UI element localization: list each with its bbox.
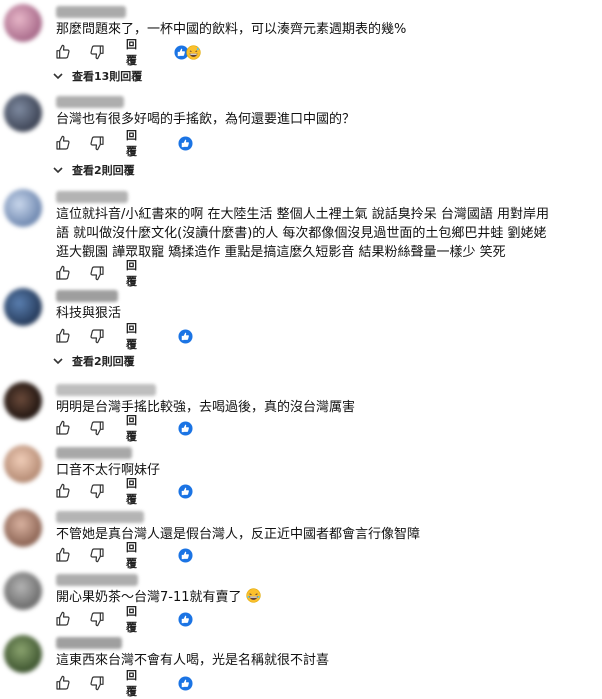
grin-sweat-emoji-icon xyxy=(186,44,201,60)
reply-button[interactable]: 回覆 xyxy=(126,38,137,67)
like-reaction-icon xyxy=(177,675,193,691)
thumbs-down-icon xyxy=(90,612,104,627)
dislike-button[interactable] xyxy=(86,608,108,630)
avatar[interactable] xyxy=(4,509,42,547)
thumbs-up-icon xyxy=(56,611,70,626)
thumbs-up-icon xyxy=(56,135,70,150)
reply-button[interactable]: 回覆 xyxy=(126,259,137,288)
author-name-blurred[interactable] xyxy=(56,447,132,459)
reaction-badge xyxy=(174,608,196,630)
like-button[interactable] xyxy=(52,325,74,347)
comment-text: 這東西來台灣不會有人喝，光是名稱就很不討喜 xyxy=(56,653,330,668)
thumbs-up-icon xyxy=(56,328,70,343)
comment-text: 明明是台灣手搖比較強，去喝過後，真的沒台灣厲害 xyxy=(56,400,356,415)
reply-button[interactable]: 回覆 xyxy=(126,129,137,158)
author-name-blurred[interactable] xyxy=(56,191,128,203)
author-name-blurred[interactable] xyxy=(56,637,122,649)
author-name-blurred[interactable] xyxy=(56,290,118,302)
author-name-blurred[interactable] xyxy=(56,6,126,18)
reaction-badge xyxy=(174,480,196,502)
dislike-button[interactable] xyxy=(86,325,108,347)
dislike-button[interactable] xyxy=(86,672,108,694)
thumbs-up-icon xyxy=(56,420,70,435)
thumbs-up-icon xyxy=(56,265,70,280)
dislike-button[interactable] xyxy=(86,41,108,63)
view-replies-button[interactable]: 查看2則回覆 xyxy=(52,351,135,371)
reply-button[interactable]: 回覆 xyxy=(126,541,137,570)
comment-text-body: 開心果奶茶～台灣7-11就有賣了 xyxy=(56,590,242,605)
comment-text: 那麼問題來了，一杯中國的飲料，可以湊齊元素週期表的幾% xyxy=(56,22,407,37)
thumbs-up-icon xyxy=(56,547,70,562)
thumbs-down-icon xyxy=(90,548,104,563)
avatar[interactable] xyxy=(4,635,42,673)
like-reaction-icon xyxy=(177,483,193,499)
dislike-button[interactable] xyxy=(86,544,108,566)
comment-text: 台灣也有很多好喝的手搖飲，為何還要進口中國的？ xyxy=(56,112,356,127)
thumbs-down-icon xyxy=(90,266,104,281)
avatar[interactable] xyxy=(4,382,42,420)
reaction-badge xyxy=(174,325,196,347)
author-name-blurred[interactable] xyxy=(56,511,144,523)
thumbs-up-icon xyxy=(56,44,70,59)
like-button[interactable] xyxy=(52,262,74,284)
comment-text: 開心果奶茶～台灣7-11就有賣了 xyxy=(56,588,596,607)
thumbs-up-icon xyxy=(56,675,70,690)
avatar[interactable] xyxy=(4,4,42,42)
comment-text: 這位就抖音/小紅書來的啊 在大陸生活 整個人土裡土氣 說話臭拎呆 台灣國語 用對… xyxy=(56,207,550,260)
avatar[interactable] xyxy=(4,572,42,610)
comment-text: 不管她是真台灣人還是假台灣人，反正近中國者都會言行像智障 xyxy=(56,527,421,542)
thumbs-down-icon xyxy=(90,45,104,60)
view-replies-label: 查看2則回覆 xyxy=(72,355,135,368)
reply-button[interactable]: 回覆 xyxy=(126,605,137,634)
rofl-emoji-icon xyxy=(246,588,261,603)
dislike-button[interactable] xyxy=(86,132,108,154)
dislike-button[interactable] xyxy=(86,417,108,439)
reply-button[interactable]: 回覆 xyxy=(126,322,137,351)
like-button[interactable] xyxy=(52,417,74,439)
like-button[interactable] xyxy=(52,132,74,154)
view-replies-button[interactable]: 查看13則回覆 xyxy=(52,66,142,86)
like-button[interactable] xyxy=(52,608,74,630)
like-button[interactable] xyxy=(52,480,74,502)
reply-button[interactable]: 回覆 xyxy=(126,477,137,506)
like-reaction-icon xyxy=(177,547,193,563)
like-button[interactable] xyxy=(52,672,74,694)
comment-text: 科技與狠活 xyxy=(56,306,122,321)
avatar[interactable] xyxy=(4,94,42,132)
like-reaction-icon xyxy=(177,420,193,436)
reaction-badge xyxy=(174,41,208,63)
view-replies-button[interactable]: 查看2則回覆 xyxy=(52,160,135,180)
thumbs-down-icon xyxy=(90,484,104,499)
avatar[interactable] xyxy=(4,189,42,227)
avatar[interactable] xyxy=(4,445,42,483)
chevron-down-icon xyxy=(52,70,66,82)
thumbs-down-icon xyxy=(90,421,104,436)
reaction-badge xyxy=(174,672,196,694)
author-name-blurred[interactable] xyxy=(56,96,124,108)
reply-button[interactable]: 回覆 xyxy=(126,414,137,443)
reaction-badge xyxy=(174,417,196,439)
view-replies-label: 查看13則回覆 xyxy=(72,70,143,83)
thumbs-down-icon xyxy=(90,676,104,691)
reply-button[interactable]: 回覆 xyxy=(126,669,137,698)
thumbs-down-icon xyxy=(90,136,104,151)
dislike-button[interactable] xyxy=(86,262,108,284)
chevron-down-icon xyxy=(52,164,66,176)
like-button[interactable] xyxy=(52,41,74,63)
reaction-badge xyxy=(174,132,196,154)
author-name-blurred[interactable] xyxy=(56,574,138,586)
dislike-button[interactable] xyxy=(86,480,108,502)
like-reaction-icon xyxy=(177,135,193,151)
like-reaction-icon xyxy=(177,611,193,627)
like-button[interactable] xyxy=(52,544,74,566)
author-name-blurred[interactable] xyxy=(56,384,156,396)
chevron-down-icon xyxy=(52,355,66,367)
avatar[interactable] xyxy=(4,288,42,326)
thumbs-up-icon xyxy=(56,483,70,498)
comment-text: 口音不太行啊妹仔 xyxy=(56,463,161,478)
thumbs-down-icon xyxy=(90,329,104,344)
reaction-badge xyxy=(174,544,196,566)
like-reaction-icon xyxy=(177,328,193,344)
view-replies-label: 查看2則回覆 xyxy=(72,164,135,177)
